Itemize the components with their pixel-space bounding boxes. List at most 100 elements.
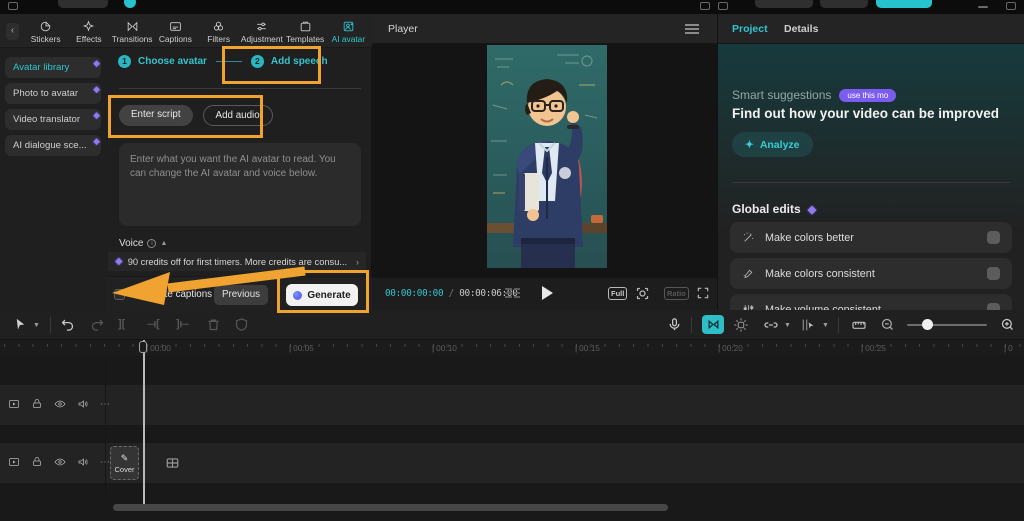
smart-suggestions-label: Smart suggestions <box>732 88 832 102</box>
toggle-volume-consistent[interactable] <box>987 303 1000 310</box>
nav-captions[interactable]: Captions <box>154 20 197 44</box>
global-edits-header: Global edits ◆ <box>732 202 817 216</box>
quality-scan-icon[interactable] <box>635 286 650 301</box>
speaker-icon[interactable] <box>77 398 89 410</box>
delete-right-icon[interactable]: ]⟝ <box>176 318 189 331</box>
nav-stickers[interactable]: Stickers <box>24 20 67 44</box>
add-audio-tab[interactable]: Add audio <box>202 105 273 126</box>
zoom-in-icon[interactable] <box>1000 317 1015 332</box>
sidebar-item-video-translator[interactable]: Video translator ◆ <box>5 109 101 130</box>
toggle-colors-consistent[interactable] <box>987 267 1000 280</box>
titlebar-icon <box>718 2 728 10</box>
clip-thumbnail-icon[interactable] <box>165 456 180 470</box>
auto-snap-icon[interactable] <box>733 317 749 333</box>
lock-icon[interactable] <box>31 456 43 468</box>
full-preview-button[interactable]: Full <box>608 287 628 300</box>
voice-section-header[interactable]: Voice i ▲ <box>119 238 167 249</box>
titlebar-pill <box>58 0 108 8</box>
left-panel: ‹ Stickers Effects Transitions Captions <box>0 14 372 310</box>
tab-details[interactable]: Details <box>784 23 818 35</box>
nav-transitions[interactable]: Transitions <box>111 20 154 44</box>
timeline: ▼ ][ ⟞[ ]⟝ ▼ ▼ | 00:00 | 00:05 | 00:10 |… <box>0 310 1024 521</box>
credits-banner[interactable]: ◆ 90 credits off for first timers. More … <box>108 252 366 271</box>
horizontal-scrollbar[interactable] <box>113 504 668 511</box>
timeline-ruler[interactable]: 00:00 00:05 00:10 00:15 00:20 00:25 0 <box>0 340 1024 356</box>
playhead[interactable] <box>143 340 145 508</box>
timeline-zoom-slider[interactable] <box>907 324 987 326</box>
inspector-header: Project Details <box>718 14 1024 44</box>
sidebar-item-ai-dialogue-scene[interactable]: AI dialogue sce... ◆ <box>5 135 101 156</box>
play-button[interactable] <box>542 286 553 300</box>
split-icon[interactable]: ][ <box>118 318 125 330</box>
player-title: Player <box>388 23 418 35</box>
zoom-slider-handle[interactable] <box>922 319 933 330</box>
step-2-label[interactable]: Add speech <box>271 56 328 67</box>
delete-left-icon[interactable]: ⟞[ <box>147 318 160 331</box>
sidebar-item-avatar-library[interactable]: Avatar library ◆ <box>5 57 101 78</box>
playhead-handle[interactable] <box>139 341 147 353</box>
current-time: 00:00:00:00 <box>385 288 444 299</box>
step-1-label[interactable]: Choose avatar <box>138 56 207 67</box>
effects-icon <box>83 19 95 32</box>
collapse-panel-button[interactable]: ‹ <box>6 23 19 40</box>
ratio-button[interactable]: Ratio <box>664 287 689 300</box>
track-lane-1[interactable] <box>0 385 1024 425</box>
export-button-fragment[interactable] <box>876 0 932 8</box>
speaker-icon[interactable] <box>77 456 89 468</box>
timecode: 00:00:00:00 / 00:00:06:00 <box>385 288 518 299</box>
sidebar-item-photo-to-avatar[interactable]: Photo to avatar ◆ <box>5 83 101 104</box>
edit-card-volume-consistent[interactable]: Make volume consistent <box>730 294 1012 310</box>
delete-icon[interactable] <box>206 317 221 332</box>
window-icon[interactable] <box>1006 2 1016 10</box>
record-voiceover-icon[interactable] <box>667 317 682 332</box>
nav-filters[interactable]: Filters <box>197 20 240 44</box>
inspector-panel: Project Details Smart suggestions use th… <box>718 14 1024 310</box>
player-menu-icon[interactable] <box>685 24 699 34</box>
generate-button[interactable]: Generate <box>286 284 358 306</box>
eye-icon[interactable] <box>54 398 66 410</box>
previous-button[interactable]: Previous <box>214 285 268 305</box>
redo-icon[interactable] <box>90 317 105 332</box>
inspector-body: Smart suggestions use this mo Find out h… <box>718 44 1024 310</box>
premium-gem-icon: ◆ <box>807 203 817 216</box>
edit-card-colors-better[interactable]: Make colors better <box>730 222 1012 253</box>
nav-effects[interactable]: Effects <box>67 19 110 44</box>
track-lane-2[interactable] <box>0 443 1024 483</box>
nav-adjustment[interactable]: Adjustment <box>240 20 283 44</box>
collapse-caret-icon[interactable]: ▲ <box>160 240 167 247</box>
analyze-button[interactable]: ✦ Analyze <box>732 132 813 157</box>
improve-headline: Find out how your video can be improved <box>732 106 1000 121</box>
eye-icon[interactable] <box>54 456 66 468</box>
pen-refresh-icon <box>743 269 753 279</box>
preview-chevron-icon[interactable]: ▼ <box>822 322 829 329</box>
track-headers: ⋯ ⋯ <box>0 356 110 496</box>
undo-icon[interactable] <box>60 317 75 332</box>
select-tool-chevron-icon[interactable]: ▼ <box>33 322 40 329</box>
timeline-scale-icon[interactable] <box>851 317 867 333</box>
minimize-icon[interactable] <box>978 6 988 8</box>
cover-button[interactable]: ✎ Cover <box>110 446 139 480</box>
more-icon[interactable]: ⋯ <box>100 399 111 410</box>
edit-card-colors-consistent[interactable]: Make colors consistent <box>730 258 1012 289</box>
enter-script-tab[interactable]: Enter script <box>119 105 193 126</box>
titlebar-pill <box>755 0 813 8</box>
zoom-out-icon[interactable] <box>880 317 895 332</box>
select-tool-icon[interactable] <box>13 317 28 332</box>
link-clips-icon[interactable] <box>763 317 779 333</box>
main-track-magnet-icon[interactable] <box>702 315 724 334</box>
player-header: Player <box>372 14 717 44</box>
script-input[interactable] <box>119 143 361 226</box>
info-icon[interactable]: i <box>147 239 157 248</box>
nav-templates[interactable]: Templates <box>284 20 327 44</box>
lock-icon[interactable] <box>31 398 43 410</box>
nav-ai-avatar[interactable]: AI avatar <box>327 20 370 44</box>
script-view-icon[interactable] <box>505 288 520 300</box>
tab-project[interactable]: Project <box>732 23 768 35</box>
preview-select-icon[interactable] <box>800 317 816 333</box>
generate-captions-checkbox[interactable] <box>114 289 125 300</box>
fullscreen-icon[interactable] <box>696 286 710 300</box>
video-preview[interactable] <box>487 45 607 268</box>
mask-icon[interactable] <box>234 317 249 332</box>
link-chevron-icon[interactable]: ▼ <box>784 322 791 329</box>
toggle-colors-better[interactable] <box>987 231 1000 244</box>
